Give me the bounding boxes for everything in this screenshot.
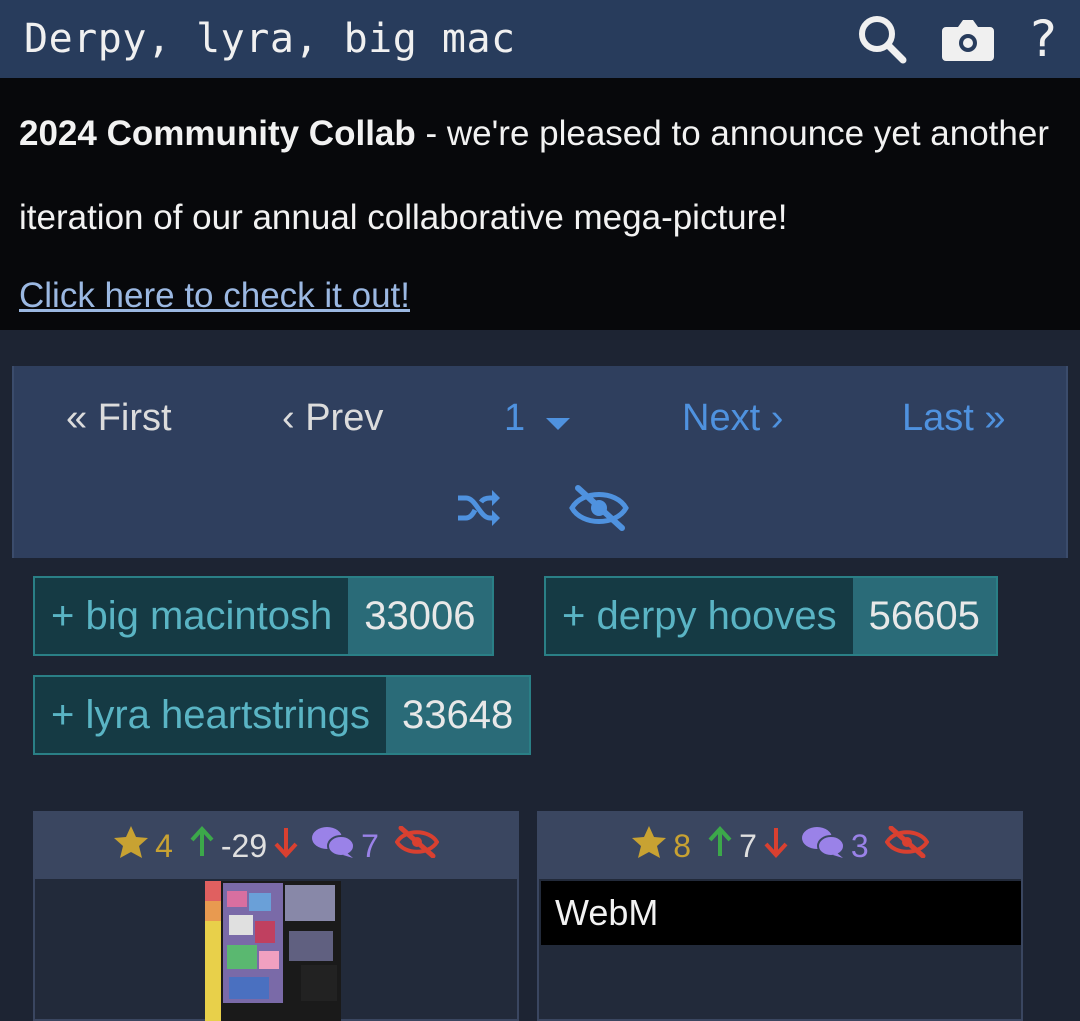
- downvote-icon[interactable]: [763, 826, 789, 866]
- tag-name[interactable]: + big macintosh: [35, 578, 349, 654]
- image-stats: 4 -29 7: [35, 813, 517, 879]
- header-icons: ?: [856, 13, 1058, 65]
- webm-label: WebM: [541, 881, 1021, 945]
- comments-icon[interactable]: [801, 825, 845, 867]
- upvote-icon[interactable]: [189, 826, 215, 866]
- announcement-notice: 2024 Community Collab - we're pleased to…: [0, 78, 1080, 330]
- tag-name[interactable]: + derpy hooves: [546, 578, 853, 654]
- tag-count: 33648: [386, 677, 530, 753]
- image-card[interactable]: 8 7 3 WebM: [537, 811, 1023, 1021]
- caret-down-icon: [544, 390, 572, 450]
- notice-title: 2024 Community Collab: [19, 114, 416, 153]
- tag-name[interactable]: + lyra heartstrings: [35, 677, 387, 753]
- image-thumbnail[interactable]: [205, 881, 341, 1021]
- tag-lyra-heartstrings[interactable]: + lyra heartstrings 33648: [33, 675, 532, 755]
- comments-icon[interactable]: [311, 825, 356, 867]
- notice-link[interactable]: Click here to check it out!: [19, 276, 410, 315]
- upvote-icon[interactable]: [707, 826, 733, 866]
- top-header: Derpy, lyra, big mac ?: [0, 0, 1080, 78]
- fave-count: 4: [155, 827, 173, 864]
- tag-count: 56605: [852, 578, 996, 654]
- pagination: « First ‹ Prev 1 Next › Last »: [14, 388, 1066, 448]
- comment-count: 3: [850, 827, 869, 864]
- prev-page-link[interactable]: ‹ Prev: [282, 388, 383, 448]
- star-icon[interactable]: [113, 825, 149, 867]
- hide-image-icon[interactable]: [394, 825, 440, 866]
- camera-icon[interactable]: [941, 17, 994, 61]
- current-page-dropdown[interactable]: 1: [504, 388, 572, 450]
- results-area: + big macintosh 33006 + derpy hooves 566…: [12, 558, 1068, 1021]
- downvote-icon[interactable]: [273, 826, 299, 866]
- tag-big-macintosh[interactable]: + big macintosh 33006: [33, 576, 494, 656]
- current-page-number: 1: [504, 397, 526, 439]
- pagination-box: « First ‹ Prev 1 Next › Last »: [12, 366, 1068, 558]
- help-icon[interactable]: ?: [1028, 14, 1058, 64]
- fave-count: 8: [673, 827, 692, 864]
- search-icon[interactable]: [856, 13, 908, 65]
- hide-image-icon[interactable]: [884, 825, 930, 866]
- last-page-link[interactable]: Last »: [902, 388, 1006, 448]
- first-page-link[interactable]: « First: [66, 388, 172, 448]
- next-page-link[interactable]: Next ›: [682, 388, 783, 448]
- hidden-toggle-icon[interactable]: [568, 484, 630, 536]
- search-query-text[interactable]: Derpy, lyra, big mac: [24, 16, 516, 62]
- tag-derpy-hooves[interactable]: + derpy hooves 56605: [544, 576, 998, 656]
- image-card[interactable]: 4 -29 7: [33, 811, 519, 1021]
- score-count: -29: [220, 827, 268, 864]
- tag-count: 33006: [348, 578, 492, 654]
- comment-count: 7: [361, 827, 379, 864]
- shuffle-icon[interactable]: [454, 484, 502, 536]
- score-count: 7: [739, 827, 757, 864]
- image-stats: 8 7 3: [539, 813, 1021, 879]
- star-icon[interactable]: [631, 825, 667, 867]
